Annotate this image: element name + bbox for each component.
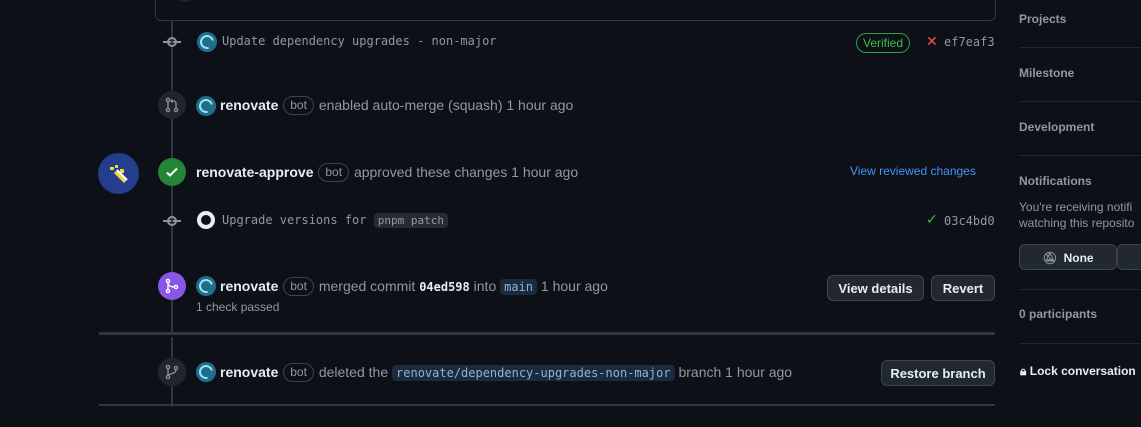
view-details-button[interactable]: View details xyxy=(827,275,924,301)
revert-button[interactable]: Revert xyxy=(931,275,995,301)
renovate-avatar[interactable] xyxy=(196,276,216,296)
event-text: enabled auto-merge (squash) 1 hour ago xyxy=(318,97,574,113)
merge-commit-sha[interactable]: 04ed598 xyxy=(419,280,470,294)
sidebar-development[interactable]: Development xyxy=(1019,120,1094,134)
notification-status-text: You're receiving notifi xyxy=(1019,200,1133,214)
commit-message-2[interactable]: Upgrade versions for pnpm patch xyxy=(222,213,448,228)
previous-comment-box xyxy=(155,0,996,21)
commit-node-icon xyxy=(163,33,181,51)
sidebar-milestone[interactable]: Milestone xyxy=(1019,66,1074,80)
base-branch[interactable]: main xyxy=(500,279,538,295)
deleted-event: renovate bot deleted the renovate/depend… xyxy=(220,363,792,382)
sidebar-divider xyxy=(1019,289,1141,290)
pnpm-patch-tag: pnpm patch xyxy=(373,213,448,228)
username[interactable]: renovate xyxy=(220,364,278,380)
into-text: into xyxy=(473,278,497,294)
github-icon[interactable] xyxy=(197,211,215,229)
sidebar-divider xyxy=(1019,155,1141,156)
username[interactable]: renovate xyxy=(220,97,278,113)
merged-text: merged commit xyxy=(318,278,416,294)
sidebar-divider xyxy=(1019,343,1141,344)
commit-node-icon xyxy=(163,212,181,230)
event-time: 1 hour ago xyxy=(540,278,608,294)
check-icon[interactable]: ✓ xyxy=(926,211,938,228)
commit-message[interactable]: Update dependency upgrades - non-major xyxy=(222,34,497,48)
merge-divider xyxy=(99,332,995,335)
automerge-event: renovate bot enabled auto-merge (squash)… xyxy=(220,96,573,115)
restore-branch-button[interactable]: Restore branch xyxy=(881,360,995,386)
renovate-avatar[interactable] xyxy=(197,32,217,52)
checks-status[interactable]: 1 check passed xyxy=(196,300,279,314)
branch-time-text: branch 1 hour ago xyxy=(678,364,793,380)
git-merge-icon xyxy=(158,272,186,300)
lock-conversation-link[interactable]: 🔒︎ Lock conversation xyxy=(1020,364,1136,379)
username[interactable]: renovate xyxy=(220,278,278,294)
notifications-none-button[interactable]: 🔕︎ None xyxy=(1019,244,1117,270)
bot-badge: bot xyxy=(283,96,314,115)
participants-label: 0 participants xyxy=(1019,307,1098,321)
bot-badge: bot xyxy=(318,163,350,182)
bottom-divider xyxy=(99,404,995,406)
none-label: None xyxy=(1063,251,1094,265)
bot-badge: bot xyxy=(283,277,314,296)
commit-sha[interactable]: 03c4bd0 xyxy=(944,214,995,228)
sidebar-divider xyxy=(1019,47,1141,48)
sidebar-notifications: Notifications xyxy=(1019,174,1092,188)
sidebar-divider xyxy=(1019,101,1141,102)
git-pull-request-icon xyxy=(158,91,186,119)
commit-message-text: Upgrade versions for xyxy=(222,213,367,227)
review-event: renovate-approve bot approved these chan… xyxy=(196,163,578,182)
x-icon[interactable]: ✕ xyxy=(926,33,938,50)
renovate-approve-avatar[interactable] xyxy=(98,153,139,194)
notifications-customize-button[interactable] xyxy=(1117,244,1141,270)
notification-status-text-2: watching this reposito xyxy=(1019,216,1135,230)
check-circle-icon xyxy=(158,158,186,186)
lock-label: Lock conversation xyxy=(1029,364,1136,378)
deleted-text: deleted the xyxy=(318,364,389,380)
git-branch-icon xyxy=(158,358,186,386)
merged-event: renovate bot merged commit 04ed598 into … xyxy=(220,277,608,296)
username[interactable]: renovate-approve xyxy=(196,164,313,180)
deleted-branch[interactable]: renovate/dependency-upgrades-non-major xyxy=(392,365,675,381)
lock-icon: 🔒︎ xyxy=(1020,364,1027,378)
renovate-avatar[interactable] xyxy=(196,362,216,382)
renovate-avatar[interactable] xyxy=(196,96,216,116)
view-reviewed-changes-link[interactable]: View reviewed changes xyxy=(850,164,976,178)
sidebar-projects[interactable]: Projects xyxy=(1019,12,1066,26)
verified-badge[interactable]: Verified xyxy=(856,33,911,53)
event-text: approved these changes 1 hour ago xyxy=(353,164,579,180)
bot-badge: bot xyxy=(283,363,314,382)
bell-slash-icon: 🔕︎ xyxy=(1042,251,1058,265)
commit-sha[interactable]: ef7eaf3 xyxy=(944,35,995,49)
